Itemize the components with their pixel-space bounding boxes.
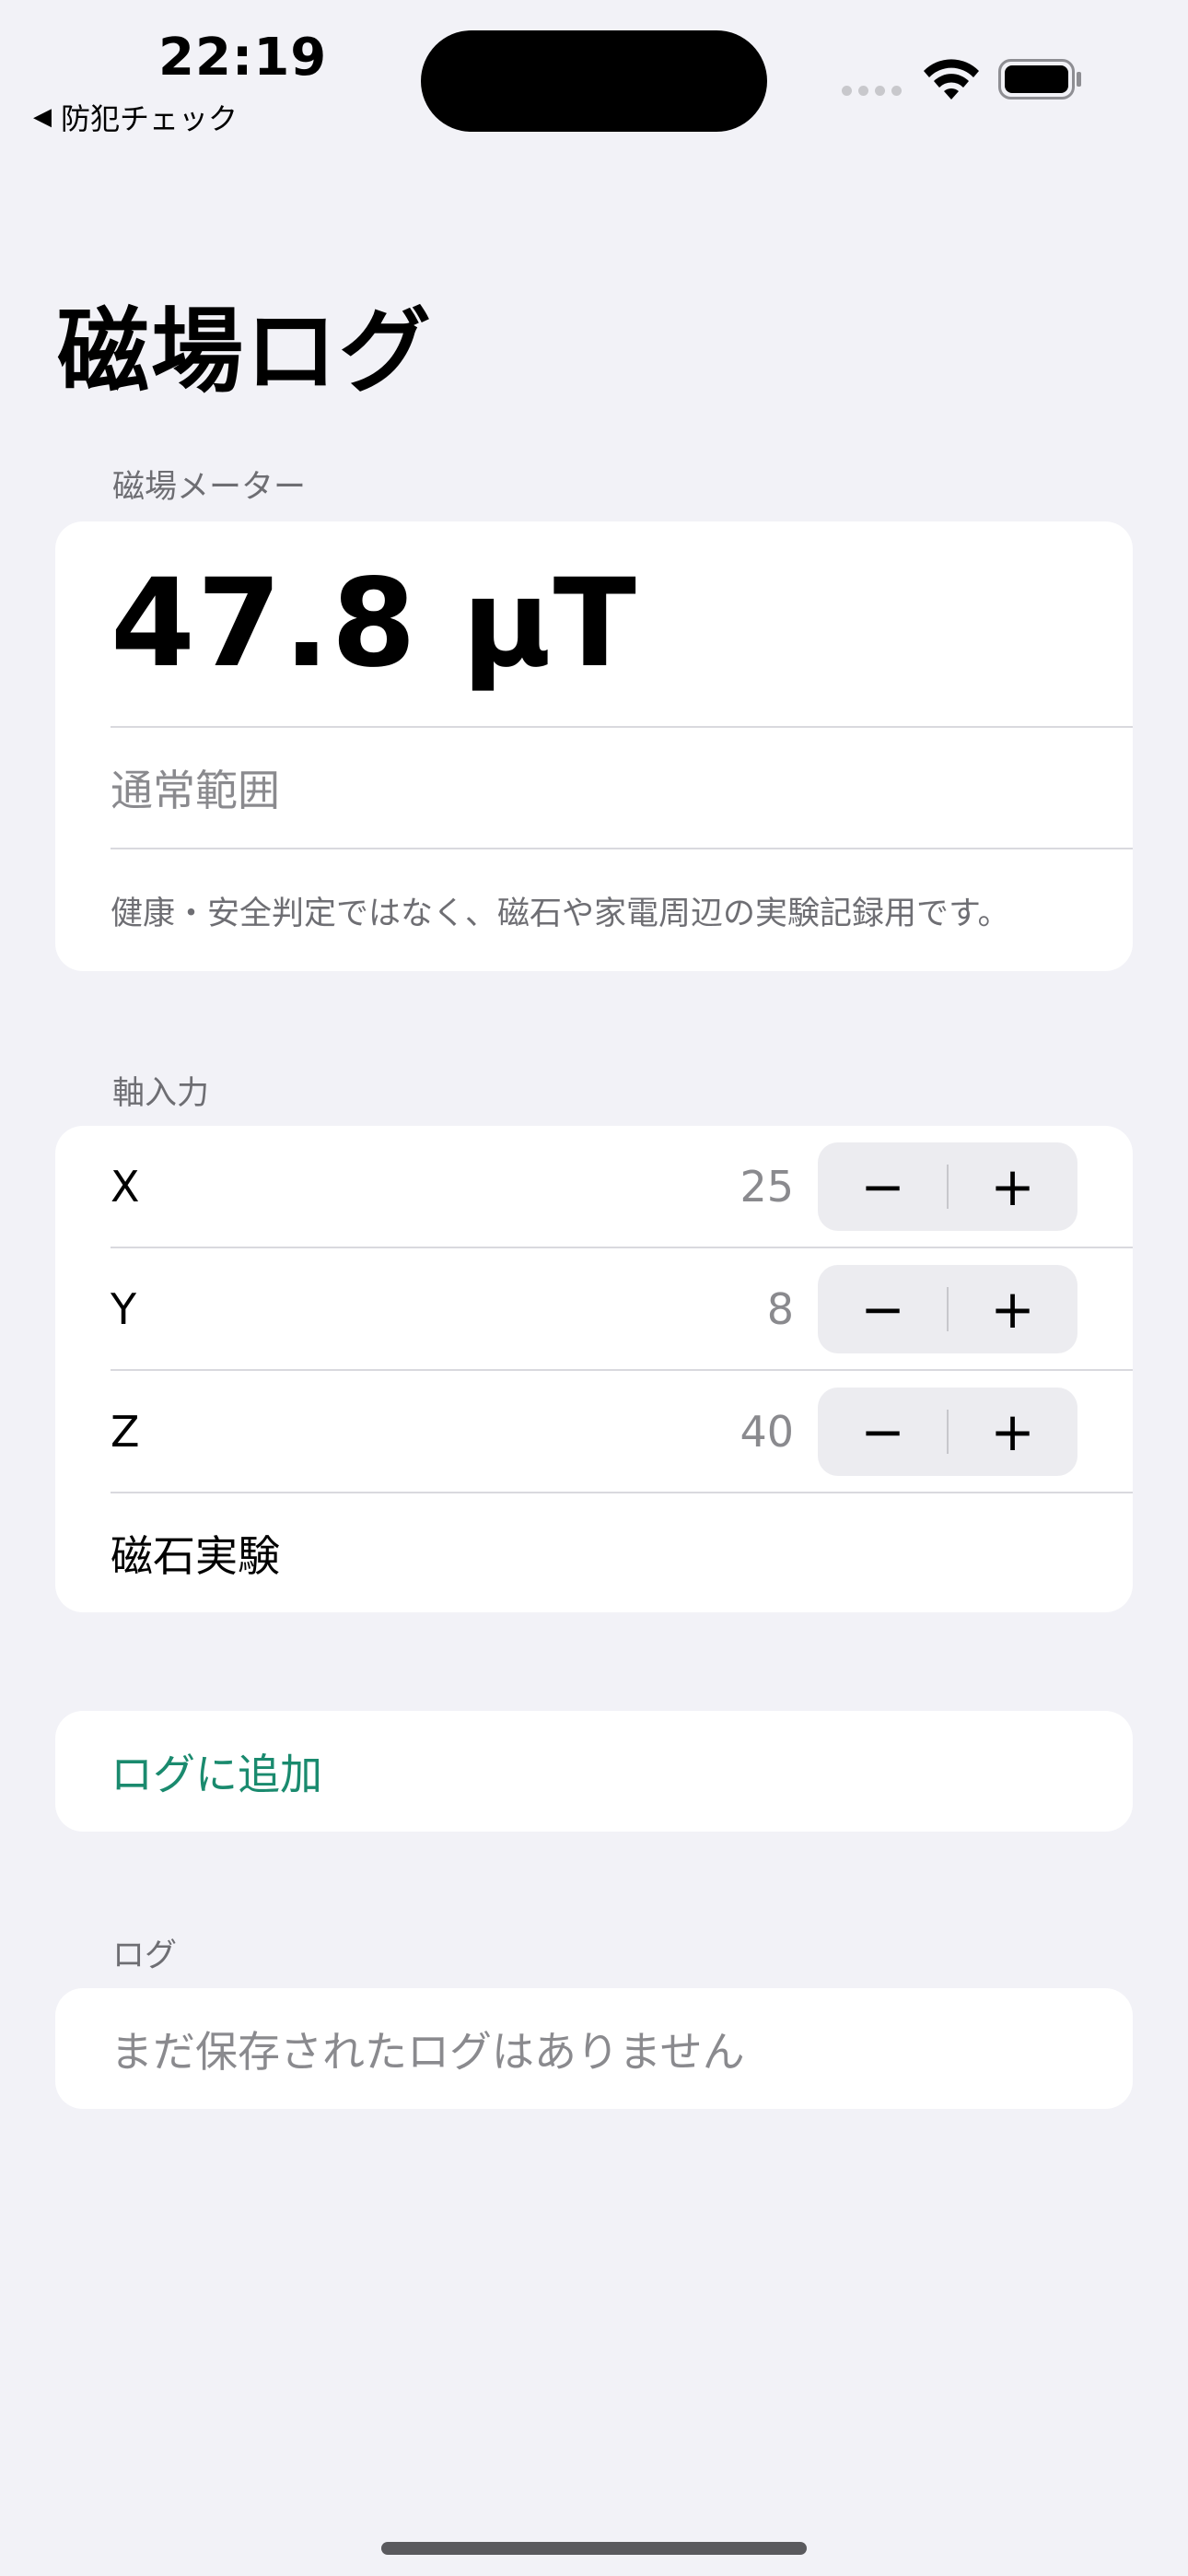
axis-section-header: 軸入力 [112,1075,210,1112]
axis-row-z: Z 40 − + [55,1371,1133,1492]
range-label: 通常範囲 [111,766,280,815]
wifi-icon [924,59,979,100]
increment-button[interactable]: + [948,1142,1077,1231]
stepper-divider [947,1409,949,1454]
meter-card: 47.8 μT 通常範囲 健康・安全判定ではなく、磁石や家電周辺の実験記録用です… [55,521,1133,971]
axis-card: X 25 − + Y 8 − + Z 40 − + 磁石実験 [55,1126,1133,1612]
increment-button[interactable]: + [948,1388,1077,1476]
axis-value: 25 [740,1161,794,1212]
field-reading: 47.8 μT [111,553,638,695]
stepper-divider [947,1164,949,1209]
axis-value: 8 [766,1283,794,1334]
z-stepper: − + [818,1387,1077,1476]
page-title: 磁場ログ [57,298,433,405]
axis-label: X [111,1161,140,1212]
back-triangle-icon: ◀ [33,103,52,131]
experiment-label: 磁石実験 [111,1530,280,1581]
screen: 22:19 ◀ 防犯チェック 磁場ログ 磁場メーター 47.8 μT 通常範囲 … [0,0,1188,2576]
decrement-button[interactable]: − [818,1265,948,1353]
status-time: 22:19 [158,28,328,88]
log-empty-row: まだ保存されたログはありません [55,1988,1133,2109]
meter-section-header: 磁場メーター [112,469,307,506]
add-log-card: ログに追加 [55,1711,1133,1832]
axis-value: 40 [740,1406,794,1457]
y-stepper: − + [818,1264,1077,1353]
experiment-row[interactable]: 磁石実験 [55,1493,1133,1612]
decrement-button[interactable]: − [818,1142,948,1231]
increment-button[interactable]: + [948,1265,1077,1353]
note-row: 健康・安全判定ではなく、磁石や家電周辺の実験記録用です。 [55,849,1133,971]
empty-log-message: まだ保存されたログはありません [111,2026,745,2077]
axis-label: Z [111,1406,140,1457]
axis-row-y: Y 8 − + [55,1248,1133,1369]
reading-row: 47.8 μT [55,521,1133,726]
axis-row-x: X 25 − + [55,1126,1133,1247]
log-card: まだ保存されたログはありません [55,1988,1133,2109]
add-log-button[interactable]: ログに追加 [55,1711,1133,1832]
home-indicator[interactable] [381,2542,807,2555]
dynamic-island [421,30,767,132]
range-row: 通常範囲 [55,728,1133,848]
x-stepper: − + [818,1142,1077,1231]
back-label: 防犯チェック [61,101,239,136]
disclaimer-note: 健康・安全判定ではなく、磁石や家電周辺の実験記録用です。 [111,895,1010,932]
decrement-button[interactable]: − [818,1388,948,1476]
back-to-app-button[interactable]: ◀ 防犯チェック [33,96,238,138]
battery-icon [998,59,1081,100]
stepper-divider [947,1286,949,1331]
add-log-label: ログに追加 [111,1749,322,1799]
cellular-signal-icon [842,86,902,96]
axis-label: Y [111,1283,137,1334]
log-section-header: ログ [112,1938,178,1974]
